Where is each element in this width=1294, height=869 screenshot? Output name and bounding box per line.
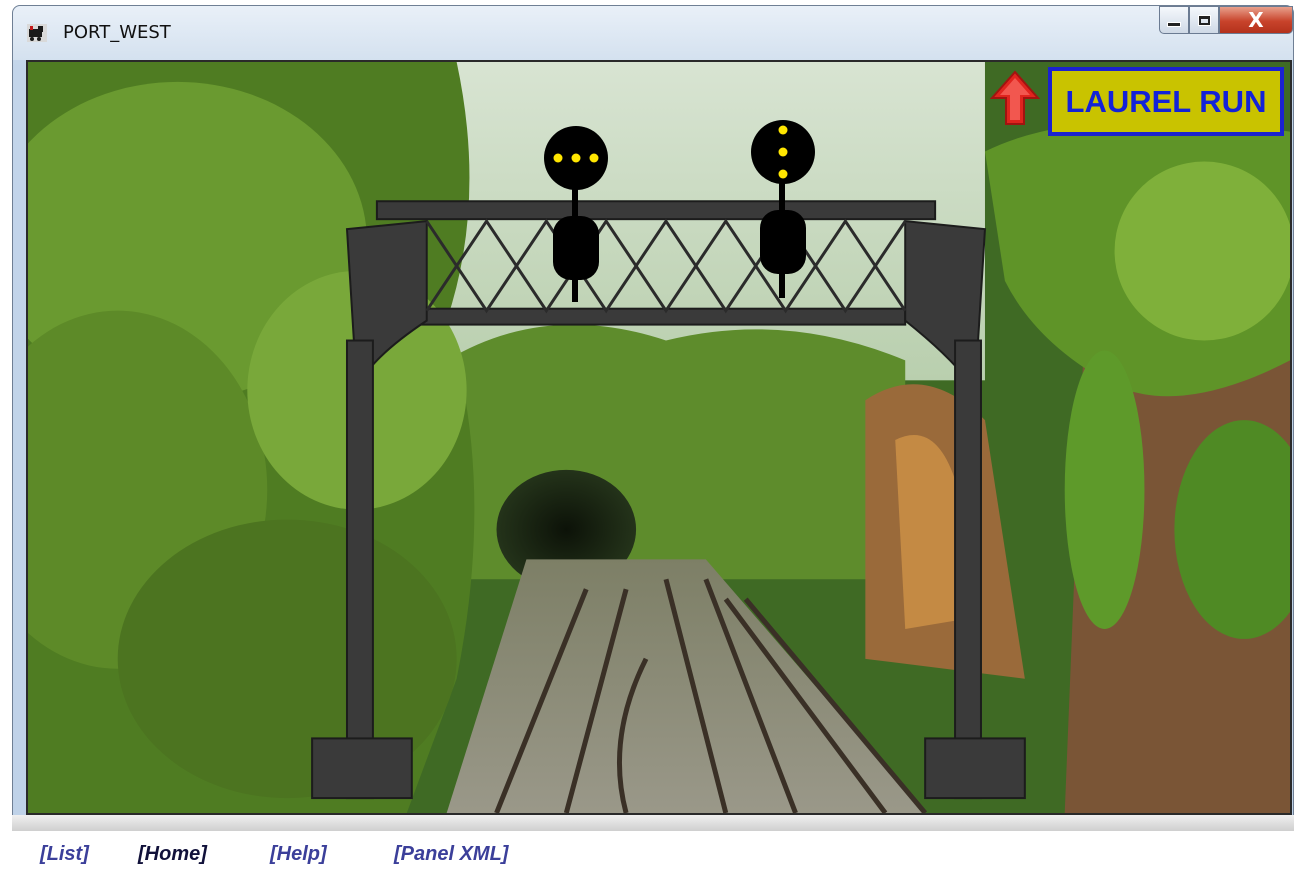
panel-xml-link[interactable]: [Panel XML] <box>394 843 508 866</box>
home-link[interactable]: [Home] <box>138 843 207 866</box>
window-bottom-edge <box>12 815 1294 831</box>
up-arrow-icon[interactable] <box>990 70 1040 126</box>
laurel-run-button[interactable]: LAUREL RUN <box>1048 67 1284 136</box>
aspect-lamp <box>571 153 581 163</box>
signal-head-right[interactable] <box>750 118 816 298</box>
window-controls: X <box>1159 6 1293 36</box>
locomotive-icon <box>27 24 47 42</box>
title-bar[interactable]: PORT_WEST X <box>13 6 1293 60</box>
close-button[interactable]: X <box>1219 6 1293 34</box>
aspect-lamp <box>778 125 788 135</box>
help-link[interactable]: [Help] <box>270 843 327 866</box>
minimize-icon <box>1167 21 1181 27</box>
close-icon: X <box>1248 8 1264 32</box>
maximize-icon <box>1197 14 1211 26</box>
aspect-lamp <box>553 153 563 163</box>
minimize-button[interactable] <box>1159 6 1189 34</box>
maximize-button[interactable] <box>1189 6 1219 34</box>
list-link[interactable]: [List] <box>40 843 89 866</box>
aspect-lamp <box>778 147 788 157</box>
signal-head-left[interactable] <box>543 124 609 302</box>
aspect-lamp <box>589 153 599 163</box>
window-title: PORT_WEST <box>63 22 171 43</box>
signal-panel <box>26 60 1292 815</box>
aspect-lamp <box>778 169 788 179</box>
railroad-scene-image <box>28 62 1290 813</box>
